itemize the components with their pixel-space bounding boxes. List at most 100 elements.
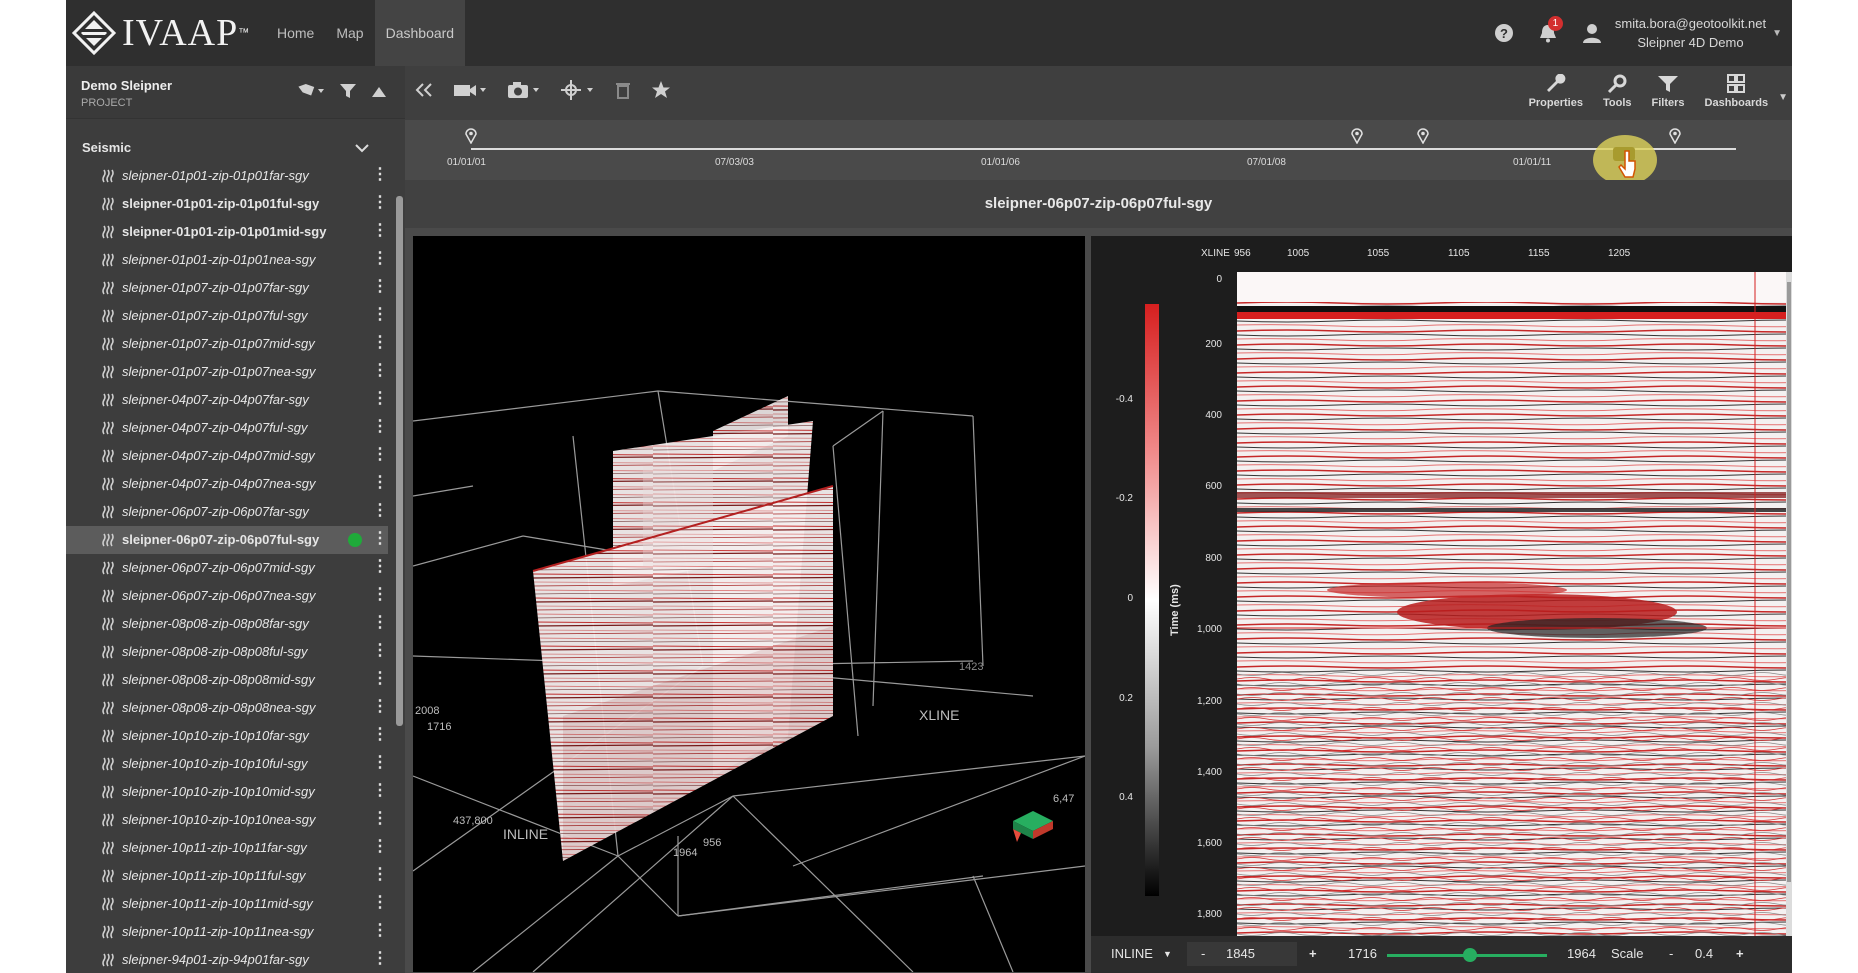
kebab-menu-icon[interactable]: ⋮ xyxy=(372,531,388,547)
nav-map[interactable]: Map xyxy=(325,0,374,66)
snapshot-camera-icon[interactable] xyxy=(507,81,541,104)
slice-slider-knob[interactable] xyxy=(1463,948,1478,962)
increment-button[interactable]: + xyxy=(1309,946,1317,961)
ivaap-logo[interactable]: IVAAP ™ xyxy=(71,8,249,58)
kebab-menu-icon[interactable]: ⋮ xyxy=(372,671,388,687)
trash-icon[interactable] xyxy=(615,81,631,104)
kebab-menu-icon[interactable]: ⋮ xyxy=(372,251,388,267)
list-item[interactable]: sleipner-06p07-zip-06p07far-sgy ⋮ xyxy=(66,498,388,526)
orientation-cube-icon[interactable] xyxy=(1013,811,1053,842)
3d-wireframe-scene[interactable]: 1716 2008 437,800 INLINE 956 1964 XLINE … xyxy=(413,236,1085,972)
kebab-menu-icon[interactable]: ⋮ xyxy=(372,839,388,855)
tools-button[interactable]: Tools xyxy=(1603,74,1632,109)
kebab-menu-icon[interactable]: ⋮ xyxy=(372,783,388,799)
list-item[interactable]: sleipner-10p11-zip-10p11mid-sgy ⋮ xyxy=(66,890,388,918)
decrement-button[interactable]: - xyxy=(1201,946,1205,961)
kebab-menu-icon[interactable]: ⋮ xyxy=(372,503,388,519)
filters-button[interactable]: Filters xyxy=(1652,74,1685,109)
list-item[interactable]: sleipner-06p07-zip-06p07mid-sgy ⋮ xyxy=(66,554,388,582)
list-item[interactable]: sleipner-10p10-zip-10p10far-sgy ⋮ xyxy=(66,722,388,750)
scale-decrement-button[interactable]: - xyxy=(1669,946,1673,961)
kebab-menu-icon[interactable]: ⋮ xyxy=(372,755,388,771)
kebab-menu-icon[interactable]: ⋮ xyxy=(372,195,388,211)
kebab-menu-icon[interactable]: ⋮ xyxy=(372,223,388,239)
list-item[interactable]: sleipner-06p07-zip-06p07nea-sgy ⋮ xyxy=(66,582,388,610)
collapse-up-icon[interactable] xyxy=(371,85,387,103)
filter-icon[interactable] xyxy=(339,82,357,105)
kebab-menu-icon[interactable]: ⋮ xyxy=(372,699,388,715)
star-icon[interactable] xyxy=(651,80,671,105)
notifications-bell-icon[interactable]: 1 xyxy=(1531,16,1565,50)
kebab-menu-icon[interactable]: ⋮ xyxy=(372,951,388,967)
list-item[interactable]: sleipner-08p08-zip-08p08nea-sgy ⋮ xyxy=(66,694,388,722)
list-item[interactable]: sleipner-08p08-zip-08p08far-sgy ⋮ xyxy=(66,610,388,638)
dashboards-caret-icon[interactable]: ▼ xyxy=(1778,92,1788,109)
list-item[interactable]: sleipner-01p01-zip-01p01mid-sgy ⋮ xyxy=(66,218,388,246)
slice-mode-caret-icon[interactable]: ▼ xyxy=(1163,949,1172,959)
slice-mode-select[interactable]: INLINE xyxy=(1111,946,1153,961)
kebab-menu-icon[interactable]: ⋮ xyxy=(372,475,388,491)
kebab-menu-icon[interactable]: ⋮ xyxy=(372,391,388,407)
kebab-menu-icon[interactable]: ⋮ xyxy=(372,811,388,827)
kebab-menu-icon[interactable]: ⋮ xyxy=(372,419,388,435)
list-item[interactable]: sleipner-10p10-zip-10p10nea-sgy ⋮ xyxy=(66,806,388,834)
kebab-menu-icon[interactable]: ⋮ xyxy=(372,307,388,323)
video-camera-icon[interactable] xyxy=(453,81,487,104)
timeline-pin-icon[interactable] xyxy=(1351,128,1363,149)
list-item[interactable]: sleipner-01p01-zip-01p01far-sgy ⋮ xyxy=(66,162,388,190)
timeline-pin-icon[interactable] xyxy=(1669,128,1681,149)
timeline-pin-icon[interactable] xyxy=(1417,128,1429,149)
collapse-left-icon[interactable] xyxy=(415,82,433,103)
list-item[interactable]: sleipner-01p07-zip-01p07far-sgy ⋮ xyxy=(66,274,388,302)
seismic-section-header[interactable]: Seismic xyxy=(66,134,405,162)
kebab-menu-icon[interactable]: ⋮ xyxy=(372,279,388,295)
2d-section-view[interactable]: XLINE 956 1005 1055 1105 1155 1205 0 200… xyxy=(1091,236,1792,936)
list-item[interactable]: sleipner-10p11-zip-10p11nea-sgy ⋮ xyxy=(66,918,388,946)
list-item[interactable]: sleipner-06p07-zip-06p07ful-sgy ⋮ xyxy=(66,526,388,554)
kebab-menu-icon[interactable]: ⋮ xyxy=(372,167,388,183)
tag-dropdown-icon[interactable] xyxy=(297,83,325,104)
kebab-menu-icon[interactable]: ⋮ xyxy=(372,923,388,939)
kebab-menu-icon[interactable]: ⋮ xyxy=(372,335,388,351)
list-item[interactable]: sleipner-01p07-zip-01p07ful-sgy ⋮ xyxy=(66,302,388,330)
kebab-menu-icon[interactable]: ⋮ xyxy=(372,615,388,631)
seismic-section-image[interactable] xyxy=(1237,272,1792,936)
list-item[interactable]: sleipner-10p10-zip-10p10mid-sgy ⋮ xyxy=(66,778,388,806)
kebab-menu-icon[interactable]: ⋮ xyxy=(372,447,388,463)
kebab-menu-icon[interactable]: ⋮ xyxy=(372,867,388,883)
chevron-down-icon[interactable] xyxy=(355,140,369,158)
kebab-menu-icon[interactable]: ⋮ xyxy=(372,363,388,379)
help-icon[interactable]: ? xyxy=(1487,16,1521,50)
nav-dashboard[interactable]: Dashboard xyxy=(374,0,466,66)
sidebar-scrollbar[interactable] xyxy=(396,196,403,726)
user-avatar-icon[interactable] xyxy=(1575,16,1609,50)
list-item[interactable]: sleipner-10p10-zip-10p10ful-sgy ⋮ xyxy=(66,750,388,778)
list-item[interactable]: sleipner-08p08-zip-08p08mid-sgy ⋮ xyxy=(66,666,388,694)
list-item[interactable]: sleipner-94p01-zip-94p01far-sgy ⋮ xyxy=(66,946,388,973)
kebab-menu-icon[interactable]: ⋮ xyxy=(372,587,388,603)
nav-home[interactable]: Home xyxy=(266,0,325,66)
list-item[interactable]: sleipner-01p01-zip-01p01ful-sgy ⋮ xyxy=(66,190,388,218)
list-item[interactable]: sleipner-10p11-zip-10p11far-sgy ⋮ xyxy=(66,834,388,862)
3d-seismic-view[interactable]: 1716 2008 437,800 INLINE 956 1964 XLINE … xyxy=(413,236,1085,972)
timeline-pin-icon[interactable] xyxy=(465,128,477,149)
move-crosshair-icon[interactable] xyxy=(561,80,595,105)
list-item[interactable]: sleipner-04p07-zip-04p07nea-sgy ⋮ xyxy=(66,470,388,498)
list-item[interactable]: sleipner-04p07-zip-04p07ful-sgy ⋮ xyxy=(66,414,388,442)
slice-value-input[interactable]: 1845 xyxy=(1226,946,1255,961)
kebab-menu-icon[interactable]: ⋮ xyxy=(372,727,388,743)
kebab-menu-icon[interactable]: ⋮ xyxy=(372,559,388,575)
timeline-handle[interactable] xyxy=(1593,135,1657,185)
list-item[interactable]: sleipner-04p07-zip-04p07mid-sgy ⋮ xyxy=(66,442,388,470)
list-item[interactable]: sleipner-10p11-zip-10p11ful-sgy ⋮ xyxy=(66,862,388,890)
properties-button[interactable]: Properties xyxy=(1529,74,1583,109)
kebab-menu-icon[interactable]: ⋮ xyxy=(372,895,388,911)
list-item[interactable]: sleipner-04p07-zip-04p07far-sgy ⋮ xyxy=(66,386,388,414)
kebab-menu-icon[interactable]: ⋮ xyxy=(372,643,388,659)
scale-increment-button[interactable]: + xyxy=(1736,946,1744,961)
user-menu-caret-icon[interactable]: ▼ xyxy=(1772,28,1782,39)
timeline[interactable]: 01/01/01 07/03/03 01/01/06 07/01/08 01/0… xyxy=(405,120,1792,185)
list-item[interactable]: sleipner-01p07-zip-01p07mid-sgy ⋮ xyxy=(66,330,388,358)
dashboards-button[interactable]: Dashboards xyxy=(1705,74,1768,109)
user-info[interactable]: smita.bora@geotoolkit.net Sleipner 4D De… xyxy=(1615,14,1766,52)
